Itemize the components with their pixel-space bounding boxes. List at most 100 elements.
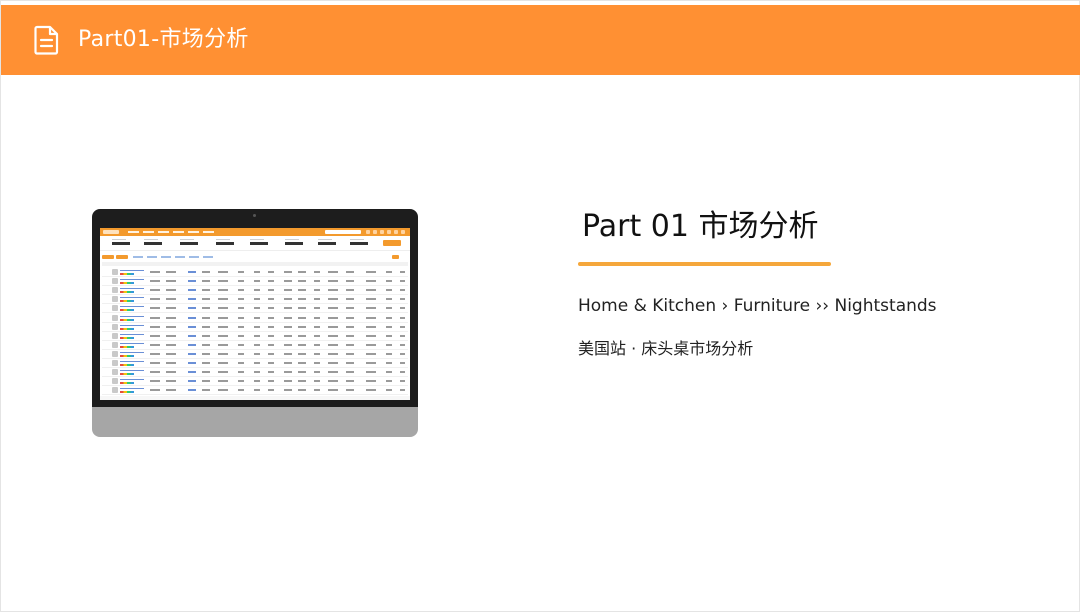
screen-table-cell [400,307,405,310]
screen-filter-toolbar [100,254,410,261]
screen-table-cell [188,371,196,374]
screen-table-cell [254,289,260,292]
screen-table-cell [328,316,338,319]
slide: Part01-市场分析 Part 01 市场分析 Home & Kitchen … [0,0,1080,612]
screen-view-toggle [392,255,399,259]
screen-table-cell [298,280,306,283]
title-underline [578,262,831,266]
screen-table-cell [202,343,210,346]
screen-table-cell [238,289,244,292]
screen-table-cell [386,298,392,301]
screen-table-cell [298,271,306,273]
screen-table-cell [166,280,176,283]
screen-table-cell [298,289,306,292]
screen-table-cell [202,371,210,374]
screen-product-tags [120,318,134,321]
screen-table-cell [218,371,228,374]
screen-product-thumb [112,287,118,294]
screen-product-tags [120,300,134,303]
screen-toolbar-icon [394,230,398,234]
screen-action-button [383,240,401,246]
screen-table-cell [346,371,354,374]
screen-table-cell [346,289,354,292]
screen-table-cell [346,307,354,310]
screen-table-cell [150,362,160,364]
screen-table-cell [400,389,405,392]
screen-stat [250,239,270,245]
screen-table-cell [386,380,392,383]
screen-table-row [102,304,408,314]
screen-table-cell [188,389,196,392]
screen-table-cell [238,280,244,283]
screen-table-cell [218,298,228,301]
screen-table-cell [386,334,392,337]
screen-product-title [120,288,144,290]
screen-table-cell [366,380,376,383]
screen-table-cell [366,389,376,392]
screen-filter-chip [161,256,171,258]
screen-table-cell [314,343,320,346]
screen-product-thumb [112,269,118,275]
screen-table-cell [268,380,274,383]
screen-table-cell [254,271,260,273]
screen-table-cell [314,280,320,283]
screen-table-row [102,368,408,378]
screen-table-cell [150,343,160,346]
screen-toolbar-icon [380,230,384,234]
screen-table-cell [218,289,228,292]
screen-table-cell [366,325,376,328]
screen-table-cell [238,325,244,328]
screen-table-cell [366,271,376,273]
screen-table-cell [166,343,176,346]
screen-nav-item [143,231,154,233]
screen-product-title [120,370,144,372]
screen-product-thumb [112,350,118,357]
screen-toolbar-icon [366,230,370,234]
screen-product-title [120,388,144,390]
screen-table-cell [314,362,320,364]
screen-stat [180,239,200,245]
screen-table-cell [254,316,260,319]
screen-table-cell [202,316,210,319]
screen-product-thumb [112,314,118,321]
screen-table-cell [202,352,210,355]
screen-product-title [120,333,144,335]
screen-stat [318,239,338,245]
screen-table-cell [346,352,354,355]
screen-table-cell [218,316,228,319]
screen-table-cell [298,389,306,392]
screen-table-cell [284,316,292,319]
screen-table-cell [328,389,338,392]
screen-table-cell [284,280,292,283]
screen-table-cell [202,307,210,310]
screen-table-cell [218,334,228,337]
screen-table-cell [166,271,176,273]
monitor-illustration [92,209,418,437]
screen-table-cell [268,362,274,364]
screen-table-row [102,350,408,359]
screen-table-cell [400,380,405,383]
screen-table-cell [400,316,405,319]
screen-table-cell [188,280,196,283]
screen-table-cell [328,334,338,337]
screen-table-cell [386,271,392,273]
screen-table-cell [314,389,320,392]
screen-table-row [102,277,408,287]
screen-table-cell [202,334,210,337]
screen-table-cell [254,298,260,301]
document-icon [34,25,59,55]
screen-table-cell [254,343,260,346]
screen-toolbar-icon [373,230,377,234]
screen-product-tags [120,336,134,339]
screen-table-cell [202,380,210,383]
screen-filter-chip [147,256,157,258]
screen-table-row [102,314,408,323]
screen-table-cell [150,352,160,355]
screen-table-cell [314,307,320,310]
screen-table-cell [218,380,228,383]
screen-table-cell [166,298,176,301]
screen-table-cell [366,352,376,355]
screen-product-tags [120,327,134,330]
screen-table-cell [188,325,196,328]
screen-table-cell [268,280,274,283]
